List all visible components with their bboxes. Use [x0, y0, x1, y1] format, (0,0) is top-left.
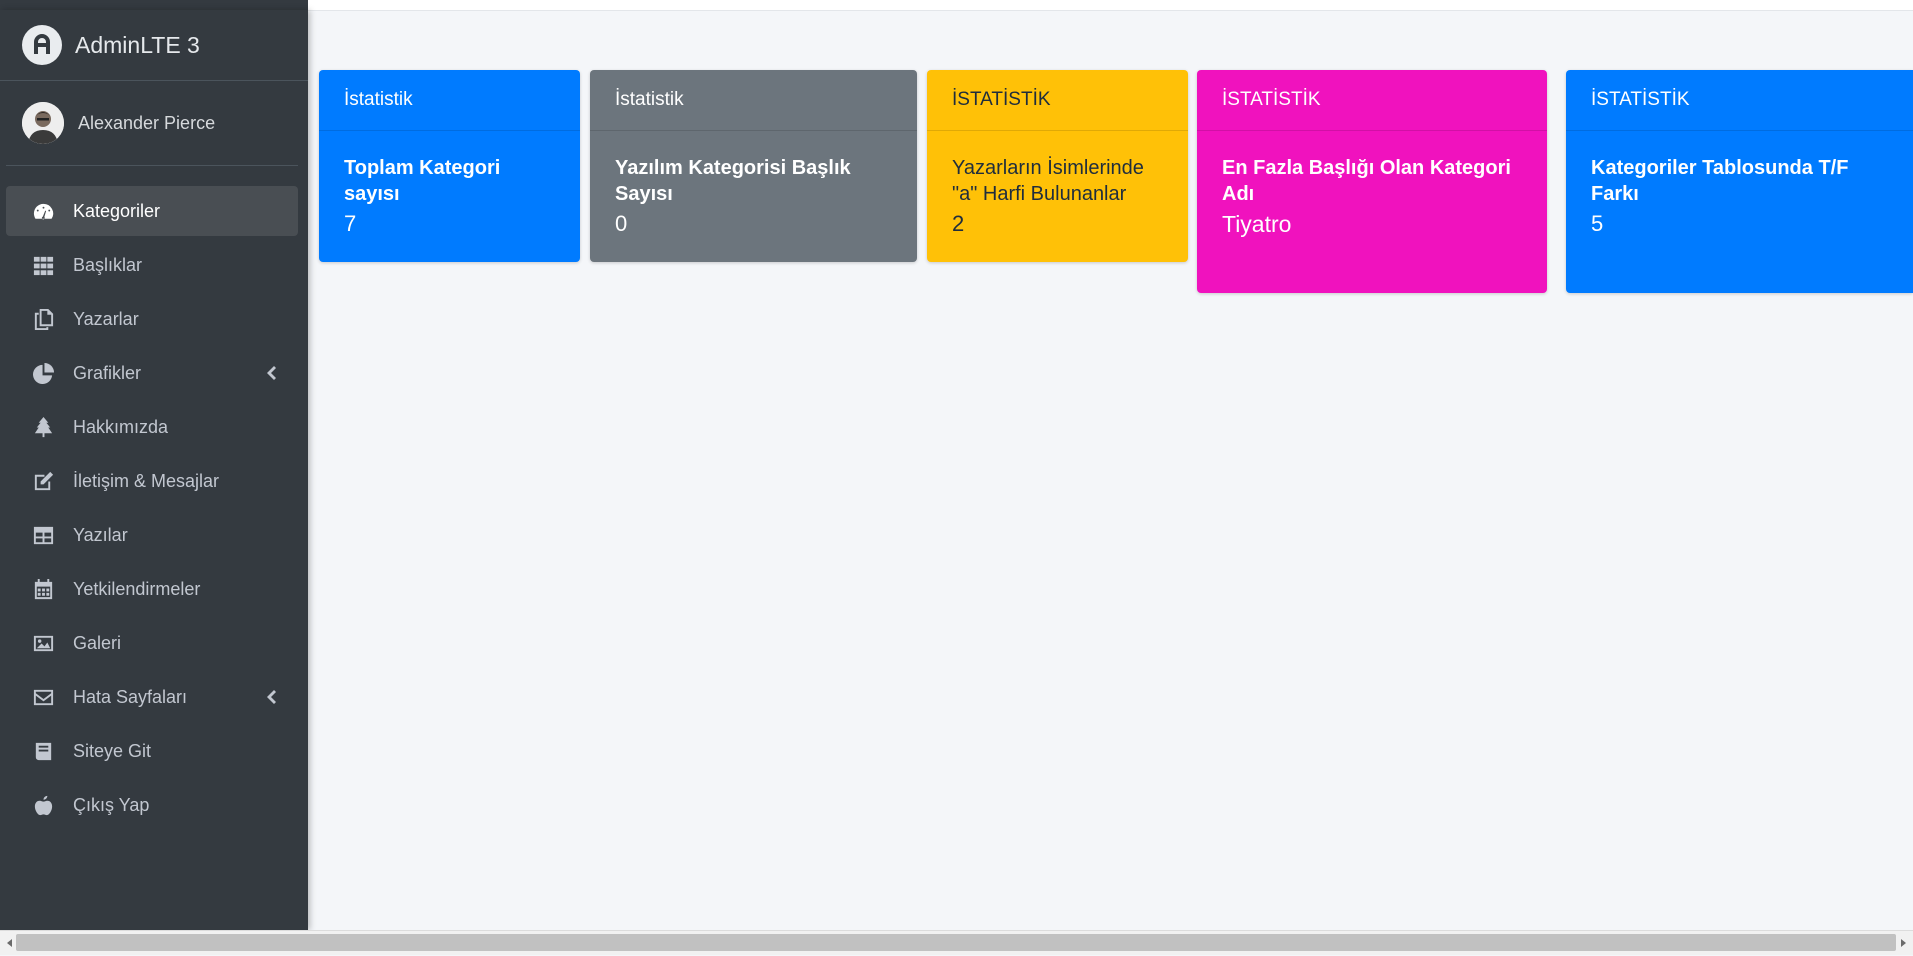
sidebar-item-label: Yetkilendirmeler	[73, 578, 201, 599]
sidebar-item-basliklar[interactable]: Başlıklar	[6, 240, 298, 290]
card-value: 2	[952, 211, 965, 236]
main-sidebar: AdminLTE 3 Alexander Pierce Kategoriler …	[0, 10, 308, 930]
sidebar-menu: Kategoriler Başlıklar Yazarlar Grafikler…	[0, 166, 308, 830]
card-header: İSTATİSTİK	[1197, 70, 1547, 131]
brand-text: AdminLTE 3	[75, 31, 200, 58]
user-panel[interactable]: Alexander Pierce	[6, 81, 298, 166]
card-title: Kategoriler Tablosunda T/F Farkı	[1591, 157, 1849, 205]
card-header: İstatistik	[319, 70, 580, 131]
chevron-left-icon[interactable]	[264, 364, 278, 382]
card-header: İstatistik	[590, 70, 917, 131]
stat-card-yazar-harf: İSTATİSTİK Yazarların İsimlerinde "a" Ha…	[927, 70, 1188, 262]
sidebar-item-hata-sayfalari[interactable]: Hata Sayfaları	[6, 672, 298, 722]
avatar	[22, 102, 64, 144]
card-value: Tiyatro	[1222, 211, 1292, 237]
sidebar-item-label: Kategoriler	[73, 200, 161, 221]
copy-icon	[31, 307, 55, 331]
card-value: 5	[1591, 211, 1604, 236]
card-title: En Fazla Başlığı Olan Kategori Adı	[1222, 157, 1511, 205]
stat-card-tf-farki: İSTATİSTİK Kategoriler Tablosunda T/F Fa…	[1566, 70, 1913, 293]
edit-icon	[31, 469, 55, 493]
image-icon	[31, 631, 55, 655]
sidebar-item-galeri[interactable]: Galeri	[6, 618, 298, 668]
sidebar-item-label: Hakkımızda	[73, 416, 169, 437]
sidebar-item-kategoriler[interactable]: Kategoriler	[6, 186, 298, 236]
calendar-icon	[31, 577, 55, 601]
sidebar-item-label: Grafikler	[73, 362, 142, 383]
sidebar-item-yazilar[interactable]: Yazılar	[6, 510, 298, 560]
card-title: Yazılım Kategorisi Başlık Sayısı	[615, 157, 851, 205]
sidebar-item-yetkilendirmeler[interactable]: Yetkilendirmeler	[6, 564, 298, 614]
adminlte-logo-icon	[22, 25, 62, 65]
card-title: Yazarların İsimlerinde "a" Harfi Bulunan…	[952, 157, 1144, 205]
table-icon	[31, 523, 55, 547]
sidebar-item-label: Başlıklar	[73, 254, 143, 275]
sidebar-item-label: Yazarlar	[73, 308, 139, 329]
card-value: 0	[615, 211, 628, 236]
sidebar-item-label: Çıkış Yap	[73, 794, 150, 815]
user-name[interactable]: Alexander Pierce	[78, 113, 215, 134]
pie-chart-icon	[31, 361, 55, 385]
sidebar-item-cikis-yap[interactable]: Çıkış Yap	[6, 780, 298, 830]
sidebar-item-label: İletişim & Mesajlar	[73, 470, 220, 491]
sidebar-item-label: Yazılar	[73, 524, 128, 545]
sidebar-item-grafikler[interactable]: Grafikler	[6, 348, 298, 398]
chevron-left-icon[interactable]	[264, 688, 278, 706]
grid-icon	[31, 253, 55, 277]
scroll-right-arrow-icon[interactable]	[1895, 935, 1911, 951]
tachometer-icon	[31, 199, 55, 223]
stat-card-yazilim-baslik: İstatistik Yazılım Kategorisi Başlık Say…	[590, 70, 917, 262]
stat-card-toplam-kategori: İstatistik Toplam Kategori sayısı 7	[319, 70, 580, 262]
horizontal-scrollbar[interactable]	[0, 930, 1913, 955]
card-header: İSTATİSTİK	[927, 70, 1188, 131]
sidebar-item-iletisim[interactable]: İletişim & Mesajlar	[6, 456, 298, 506]
scrollbar-thumb[interactable]	[16, 934, 1896, 951]
sidebar-item-label: Hata Sayfaları	[73, 686, 188, 707]
stat-card-en-fazla-baslik: İSTATİSTİK En Fazla Başlığı Olan Kategor…	[1197, 70, 1547, 293]
envelope-icon	[31, 685, 55, 709]
card-title: Toplam Kategori sayısı	[344, 157, 501, 205]
sidebar-item-label: Galeri	[73, 632, 122, 653]
card-value: 7	[344, 211, 357, 236]
book-icon	[31, 739, 55, 763]
sidebar-item-label: Siteye Git	[73, 740, 152, 761]
card-header: İSTATİSTİK	[1566, 70, 1913, 131]
sidebar-item-hakkimizda[interactable]: Hakkımızda	[6, 402, 298, 452]
sidebar-item-yazarlar[interactable]: Yazarlar	[6, 294, 298, 344]
apple-icon	[31, 793, 55, 817]
sidebar-item-siteye-git[interactable]: Siteye Git	[6, 726, 298, 776]
tree-icon	[31, 415, 55, 439]
brand-link[interactable]: AdminLTE 3	[0, 10, 308, 81]
